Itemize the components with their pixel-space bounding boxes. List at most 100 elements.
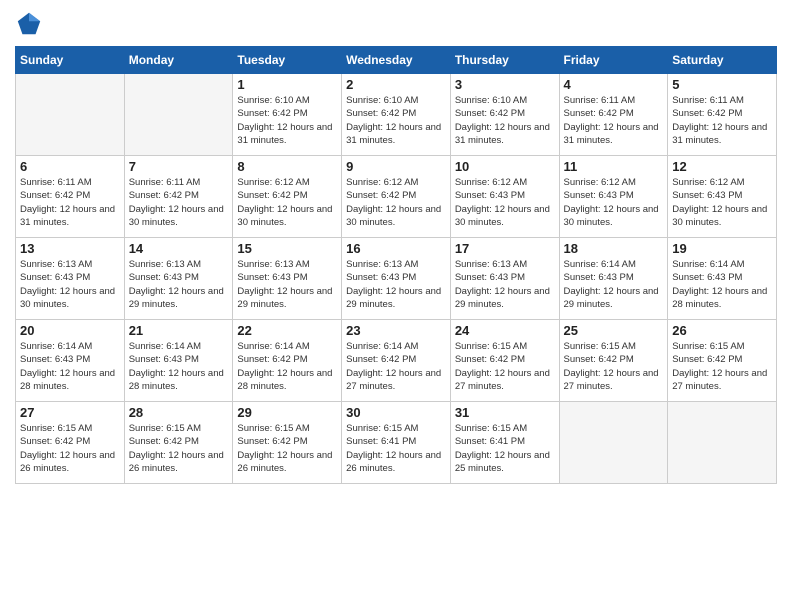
day-number: 7 (129, 159, 229, 174)
day-number: 14 (129, 241, 229, 256)
calendar-cell: 3 Sunrise: 6:10 AMSunset: 6:42 PMDaylight… (450, 74, 559, 156)
day-info: Sunrise: 6:15 AMSunset: 6:41 PMDaylight:… (346, 422, 446, 475)
day-info: Sunrise: 6:11 AMSunset: 6:42 PMDaylight:… (672, 94, 772, 147)
day-info: Sunrise: 6:13 AMSunset: 6:43 PMDaylight:… (455, 258, 555, 311)
day-info: Sunrise: 6:11 AMSunset: 6:42 PMDaylight:… (564, 94, 664, 147)
day-info: Sunrise: 6:14 AMSunset: 6:43 PMDaylight:… (129, 340, 229, 393)
calendar-cell: 27Sunrise: 6:15 AMSunset: 6:42 PMDayligh… (16, 402, 125, 484)
day-info: Sunrise: 6:14 AMSunset: 6:42 PMDaylight:… (346, 340, 446, 393)
day-info: Sunrise: 6:14 AMSunset: 6:43 PMDaylight:… (20, 340, 120, 393)
calendar-cell: 11Sunrise: 6:12 AMSunset: 6:43 PMDayligh… (559, 156, 668, 238)
weekday-header-tuesday: Tuesday (233, 47, 342, 74)
day-info: Sunrise: 6:14 AMSunset: 6:42 PMDaylight:… (237, 340, 337, 393)
day-number: 5 (672, 77, 772, 92)
calendar-cell: 9 Sunrise: 6:12 AMSunset: 6:42 PMDaylight… (342, 156, 451, 238)
day-number: 1 (237, 77, 337, 92)
calendar-week-2: 6 Sunrise: 6:11 AMSunset: 6:42 PMDaylight… (16, 156, 777, 238)
day-number: 13 (20, 241, 120, 256)
calendar-cell: 18Sunrise: 6:14 AMSunset: 6:43 PMDayligh… (559, 238, 668, 320)
day-info: Sunrise: 6:10 AMSunset: 6:42 PMDaylight:… (455, 94, 555, 147)
day-number: 22 (237, 323, 337, 338)
calendar-cell: 30 Sunrise: 6:15 AMSunset: 6:41 PMDayligh… (342, 402, 451, 484)
calendar-cell: 15 Sunrise: 6:13 AMSunset: 6:43 PMDayligh… (233, 238, 342, 320)
calendar-cell (124, 74, 233, 156)
day-number: 4 (564, 77, 664, 92)
day-number: 17 (455, 241, 555, 256)
day-info: Sunrise: 6:11 AMSunset: 6:42 PMDaylight:… (20, 176, 120, 229)
logo (15, 10, 47, 38)
calendar-week-3: 13 Sunrise: 6:13 AMSunset: 6:43 PMDayligh… (16, 238, 777, 320)
day-number: 20 (20, 323, 120, 338)
day-info: Sunrise: 6:13 AMSunset: 6:43 PMDaylight:… (129, 258, 229, 311)
calendar-cell: 24 Sunrise: 6:15 AMSunset: 6:42 PMDayligh… (450, 320, 559, 402)
day-info: Sunrise: 6:12 AMSunset: 6:43 PMDaylight:… (672, 176, 772, 229)
day-info: Sunrise: 6:15 AMSunset: 6:41 PMDaylight:… (455, 422, 555, 475)
day-number: 21 (129, 323, 229, 338)
calendar-cell: 12 Sunrise: 6:12 AMSunset: 6:43 PMDayligh… (668, 156, 777, 238)
day-number: 28 (129, 405, 229, 420)
calendar-cell: 26 Sunrise: 6:15 AMSunset: 6:42 PMDayligh… (668, 320, 777, 402)
day-info: Sunrise: 6:12 AMSunset: 6:42 PMDaylight:… (237, 176, 337, 229)
day-info: Sunrise: 6:13 AMSunset: 6:43 PMDaylight:… (346, 258, 446, 311)
day-number: 25 (564, 323, 664, 338)
weekday-header-monday: Monday (124, 47, 233, 74)
day-number: 26 (672, 323, 772, 338)
weekday-header-wednesday: Wednesday (342, 47, 451, 74)
calendar-cell: 23 Sunrise: 6:14 AMSunset: 6:42 PMDayligh… (342, 320, 451, 402)
day-info: Sunrise: 6:14 AMSunset: 6:43 PMDaylight:… (672, 258, 772, 311)
day-number: 15 (237, 241, 337, 256)
day-info: Sunrise: 6:15 AMSunset: 6:42 PMDaylight:… (455, 340, 555, 393)
day-number: 18 (564, 241, 664, 256)
day-number: 27 (20, 405, 120, 420)
day-number: 19 (672, 241, 772, 256)
day-info: Sunrise: 6:10 AMSunset: 6:42 PMDaylight:… (346, 94, 446, 147)
calendar-cell: 21 Sunrise: 6:14 AMSunset: 6:43 PMDayligh… (124, 320, 233, 402)
day-number: 3 (455, 77, 555, 92)
day-info: Sunrise: 6:13 AMSunset: 6:43 PMDaylight:… (20, 258, 120, 311)
calendar-table: SundayMondayTuesdayWednesdayThursdayFrid… (15, 46, 777, 484)
day-info: Sunrise: 6:12 AMSunset: 6:43 PMDaylight:… (455, 176, 555, 229)
day-info: Sunrise: 6:15 AMSunset: 6:42 PMDaylight:… (672, 340, 772, 393)
day-number: 8 (237, 159, 337, 174)
calendar-cell: 17 Sunrise: 6:13 AMSunset: 6:43 PMDayligh… (450, 238, 559, 320)
day-number: 24 (455, 323, 555, 338)
day-number: 29 (237, 405, 337, 420)
weekday-header-friday: Friday (559, 47, 668, 74)
weekday-header-saturday: Saturday (668, 47, 777, 74)
calendar-week-5: 27 Sunrise: 6:15 AMSunset: 6:42 PMDayligh… (16, 402, 777, 484)
calendar-cell: 22 Sunrise: 6:14 AMSunset: 6:42 PMDayligh… (233, 320, 342, 402)
calendar-cell: 1 Sunrise: 6:10 AMSunset: 6:42 PMDaylight… (233, 74, 342, 156)
day-info: Sunrise: 6:12 AMSunset: 6:42 PMDaylight:… (346, 176, 446, 229)
day-info: Sunrise: 6:10 AMSunset: 6:42 PMDaylight:… (237, 94, 337, 147)
calendar-cell: 19 Sunrise: 6:14 AMSunset: 6:43 PMDayligh… (668, 238, 777, 320)
calendar-cell: 14 Sunrise: 6:13 AMSunset: 6:43 PMDayligh… (124, 238, 233, 320)
calendar-cell (16, 74, 125, 156)
logo-icon (15, 10, 43, 38)
calendar-cell: 2 Sunrise: 6:10 AMSunset: 6:42 PMDaylight… (342, 74, 451, 156)
day-info: Sunrise: 6:15 AMSunset: 6:42 PMDaylight:… (237, 422, 337, 475)
day-number: 10 (455, 159, 555, 174)
calendar-cell: 31 Sunrise: 6:15 AMSunset: 6:41 PMDayligh… (450, 402, 559, 484)
calendar-cell: 10 Sunrise: 6:12 AMSunset: 6:43 PMDayligh… (450, 156, 559, 238)
day-number: 23 (346, 323, 446, 338)
day-number: 12 (672, 159, 772, 174)
day-info: Sunrise: 6:12 AMSunset: 6:43 PMDaylight:… (564, 176, 664, 229)
day-info: Sunrise: 6:13 AMSunset: 6:43 PMDaylight:… (237, 258, 337, 311)
calendar-cell: 13 Sunrise: 6:13 AMSunset: 6:43 PMDayligh… (16, 238, 125, 320)
calendar-cell: 29 Sunrise: 6:15 AMSunset: 6:42 PMDayligh… (233, 402, 342, 484)
calendar-cell (668, 402, 777, 484)
calendar-cell: 6 Sunrise: 6:11 AMSunset: 6:42 PMDaylight… (16, 156, 125, 238)
day-info: Sunrise: 6:11 AMSunset: 6:42 PMDaylight:… (129, 176, 229, 229)
day-number: 9 (346, 159, 446, 174)
day-info: Sunrise: 6:15 AMSunset: 6:42 PMDaylight:… (129, 422, 229, 475)
day-number: 6 (20, 159, 120, 174)
calendar-cell: 5 Sunrise: 6:11 AMSunset: 6:42 PMDaylight… (668, 74, 777, 156)
calendar-cell (559, 402, 668, 484)
calendar-cell: 4 Sunrise: 6:11 AMSunset: 6:42 PMDaylight… (559, 74, 668, 156)
day-number: 2 (346, 77, 446, 92)
day-number: 30 (346, 405, 446, 420)
calendar-cell: 20 Sunrise: 6:14 AMSunset: 6:43 PMDayligh… (16, 320, 125, 402)
day-number: 31 (455, 405, 555, 420)
weekday-header-sunday: Sunday (16, 47, 125, 74)
weekday-header-thursday: Thursday (450, 47, 559, 74)
